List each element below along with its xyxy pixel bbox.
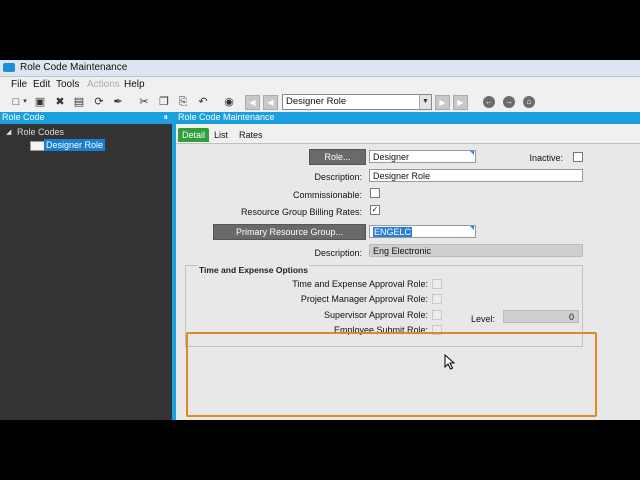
left-panel: Role Code ⏸ ◢ Role Codes Designer Role	[0, 112, 172, 420]
description-label: Description:	[314, 172, 362, 182]
record-nav-combo[interactable]: Designer Role ▼	[282, 94, 432, 110]
app-window: Role Code Maintenance File Edit Tools Ac…	[0, 60, 640, 420]
tab-list[interactable]: List	[214, 128, 228, 142]
commissionable-label: Commissionable:	[292, 190, 362, 200]
level-field: 0	[503, 310, 579, 323]
level-value: 0	[568, 312, 574, 322]
menu-actions[interactable]: Actions	[87, 79, 120, 90]
approval-role-label: Time and Expense Approval Role:	[292, 279, 428, 289]
supervisor-approval-role-label: Supervisor Approval Role:	[323, 310, 428, 320]
next-record-icon[interactable]: ▶	[435, 95, 450, 110]
menu-bar: File Edit Tools Actions Help	[0, 77, 640, 92]
title-bar: Role Code Maintenance	[0, 60, 640, 77]
role-field[interactable]: Designer	[369, 150, 476, 163]
forward-icon[interactable]: →	[503, 96, 515, 108]
pm-approval-role-label: Project Manager Approval Role:	[300, 294, 428, 304]
commissionable-checkbox[interactable]	[370, 188, 380, 198]
window-title: Role Code Maintenance	[20, 62, 128, 73]
menu-file[interactable]: File	[11, 79, 27, 90]
group-description-field: Eng Electronic	[369, 244, 583, 257]
prev-record-icon[interactable]: ◀	[263, 95, 278, 110]
copy-icon[interactable]: ❐	[157, 95, 171, 109]
left-panel-header: Role Code ⏸	[0, 112, 172, 124]
group-description-label: Description:	[314, 248, 362, 258]
delete-icon[interactable]: ✖	[53, 95, 67, 109]
pm-approval-role-checkbox[interactable]	[432, 294, 442, 304]
primary-resource-group-value: ENGELC	[373, 227, 413, 237]
inactive-label: Inactive:	[529, 153, 563, 163]
first-record-icon[interactable]: ◀	[245, 95, 260, 110]
role-corner-marker	[470, 151, 474, 155]
approval-role-checkbox[interactable]	[432, 279, 442, 289]
group-description-value: Eng Electronic	[373, 246, 432, 256]
level-label: Level:	[470, 314, 495, 324]
group-corner-marker	[470, 226, 474, 230]
menu-tools[interactable]: Tools	[56, 79, 79, 90]
inactive-checkbox[interactable]	[573, 152, 583, 162]
chevron-down-icon[interactable]: ▼	[419, 95, 431, 109]
paste-icon[interactable]: ⎘	[176, 95, 190, 109]
billing-rates-label: Resource Group Billing Rates:	[240, 207, 362, 217]
time-expense-group-title: Time and Expense Options	[198, 265, 309, 275]
record-nav-value: Designer Role	[286, 96, 347, 107]
menu-help[interactable]: Help	[124, 79, 145, 90]
description-value: Designer Role	[373, 171, 431, 181]
tree-expand-icon[interactable]: ◢	[6, 128, 11, 136]
cut-icon[interactable]: ✂	[137, 95, 151, 109]
new-dropdown-icon[interactable]: ▾	[18, 95, 32, 109]
tab-rates[interactable]: Rates	[239, 128, 263, 142]
folder-icon	[30, 141, 45, 151]
role-value: Designer	[373, 152, 410, 162]
mouse-cursor-icon	[444, 354, 455, 370]
role-button[interactable]: Role...	[309, 149, 366, 165]
primary-resource-group-button[interactable]: Primary Resource Group...	[213, 224, 366, 240]
home-icon[interactable]: ⌂	[523, 96, 535, 108]
primary-resource-group-field[interactable]: ENGELC	[369, 225, 476, 238]
highlight-box	[186, 332, 597, 417]
tab-detail[interactable]: Detail	[178, 128, 210, 142]
clear-icon[interactable]: ✒	[111, 95, 125, 109]
pin-icon[interactable]: ⏸	[163, 112, 168, 123]
right-panel-header: Role Code Maintenance	[176, 112, 640, 124]
binoculars-icon[interactable]: ◉	[222, 95, 236, 109]
tree-item-designer-role[interactable]: Designer Role	[44, 139, 106, 151]
left-panel-title: Role Code	[2, 112, 45, 122]
app-icon	[3, 63, 15, 72]
description-field[interactable]: Designer Role	[369, 169, 583, 182]
book-icon[interactable]: ▤	[72, 95, 86, 109]
supervisor-approval-role-checkbox[interactable]	[432, 310, 442, 320]
right-panel-title: Role Code Maintenance	[178, 112, 275, 122]
back-icon[interactable]: ←	[483, 96, 495, 108]
undo-icon[interactable]: ↶	[196, 95, 210, 109]
menu-edit[interactable]: Edit	[33, 79, 50, 90]
save-icon[interactable]: ▣	[33, 95, 47, 109]
refresh-icon[interactable]: ⟳	[92, 95, 106, 109]
tree-root[interactable]: Role Codes	[17, 127, 64, 137]
billing-rates-checkbox[interactable]: ✓	[370, 205, 380, 215]
last-record-icon[interactable]: ▶	[453, 95, 468, 110]
